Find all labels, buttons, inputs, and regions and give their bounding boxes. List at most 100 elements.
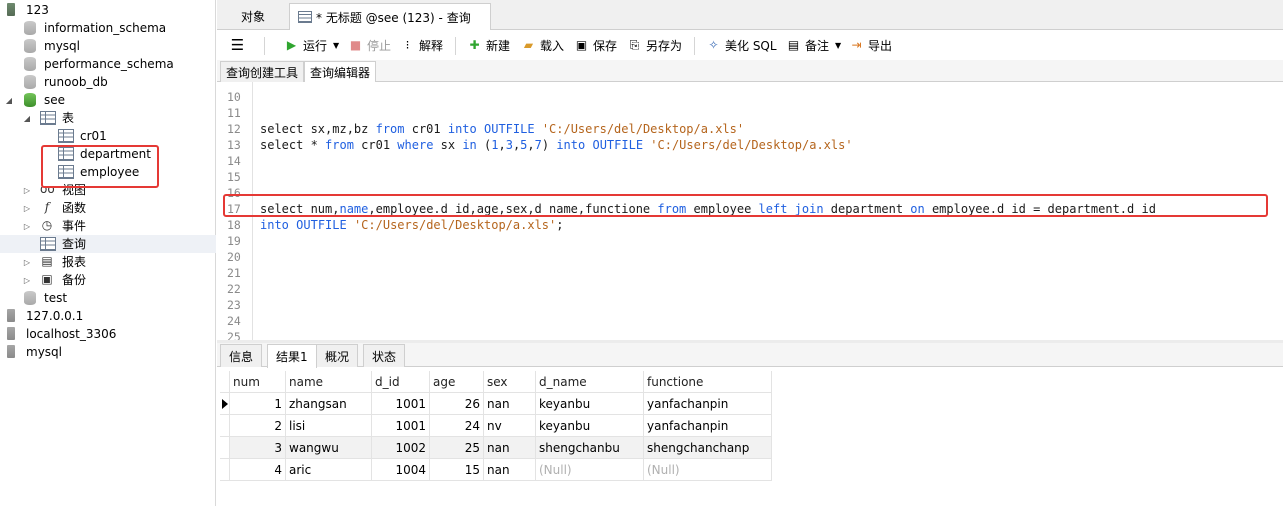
run-button[interactable]: ▶ 运行 ▼	[284, 36, 339, 54]
cell-name[interactable]: zhangsan	[286, 393, 372, 415]
table-row[interactable]: 1 zhangsan 1001 26 nan keyanbu yanfachan…	[220, 393, 772, 415]
tab-query[interactable]: * 无标题 @see (123) - 查询	[289, 3, 491, 30]
tree-item-events[interactable]: ▷ ◷ 事件	[0, 217, 216, 235]
new-button[interactable]: ✚ 新建	[467, 36, 510, 54]
stop-button[interactable]: ■ 停止	[348, 36, 391, 54]
cell-functione-null[interactable]: (Null)	[644, 459, 772, 481]
cell-num[interactable]: 1	[230, 393, 286, 415]
database-icon	[24, 75, 36, 89]
export-button[interactable]: ⇥ 导出	[849, 36, 892, 54]
tab-status[interactable]: 状态	[363, 344, 406, 367]
cell-sex[interactable]: nan	[484, 459, 536, 481]
chevron-down-icon[interactable]: ▼	[333, 41, 339, 50]
save-button[interactable]: ▣ 保存	[574, 36, 617, 54]
expand-arrow-icon[interactable]: ▷	[23, 276, 31, 285]
code-text: cr01	[404, 122, 448, 136]
cell-functione[interactable]: shengchanchanp	[644, 437, 772, 459]
cell-d-id[interactable]: 1001	[372, 393, 430, 415]
tree-item-functions[interactable]: ▷ f 函数	[0, 199, 216, 217]
database-icon	[24, 21, 36, 35]
cell-name[interactable]: aric	[286, 459, 372, 481]
tree-item-see[interactable]: ◢ see	[0, 91, 216, 109]
column-header-name[interactable]: name	[286, 371, 372, 393]
cell-d-id[interactable]: 1001	[372, 415, 430, 437]
document-tab-bar: 对象 * 无标题 @see (123) - 查询	[217, 0, 1283, 30]
cell-sex[interactable]: nv	[484, 415, 536, 437]
expand-arrow-icon[interactable]: ▷	[23, 204, 31, 213]
tree-item-runoob-db[interactable]: runoob_db	[0, 73, 216, 91]
tree-item-reports[interactable]: ▷ ▤ 报表	[0, 253, 216, 271]
tab-query-builder[interactable]: 查询创建工具	[220, 61, 305, 82]
tree-item-backups[interactable]: ▷ ▣ 备份	[0, 271, 216, 289]
cell-d-id[interactable]: 1004	[372, 459, 430, 481]
beautify-sql-button[interactable]: ✧ 美化 SQL	[706, 36, 776, 54]
row-marker	[220, 415, 230, 437]
current-row-arrow-icon	[220, 393, 230, 415]
export-label: 导出	[868, 38, 893, 53]
cell-functione[interactable]: yanfachanpin	[644, 393, 772, 415]
expand-arrow-icon[interactable]: ▷	[23, 258, 31, 267]
tree-item-connection-123[interactable]: 123	[0, 1, 216, 19]
table-row[interactable]: 4 aric 1004 15 nan (Null) (Null)	[220, 459, 772, 481]
expand-arrow-icon[interactable]: ▷	[23, 186, 31, 195]
column-header-sex[interactable]: sex	[484, 371, 536, 393]
column-header-d-id[interactable]: d_id	[372, 371, 430, 393]
table-row[interactable]: 2 lisi 1001 24 nv keyanbu yanfachanpin	[220, 415, 772, 437]
tab-query-editor[interactable]: 查询编辑器	[304, 61, 377, 83]
code-string: 'C:/Users/del/Desktop/a.xls'	[353, 218, 557, 232]
tree-item-table-cr01[interactable]: cr01	[0, 127, 216, 145]
cell-d-name[interactable]: keyanbu	[536, 415, 644, 437]
toolbar-separator	[694, 37, 695, 55]
tree-item-test[interactable]: test	[0, 289, 216, 307]
tree-item-information-schema[interactable]: information_schema	[0, 19, 216, 37]
cell-age[interactable]: 25	[430, 437, 484, 459]
comment-button[interactable]: ▤ 备注 ▼	[786, 36, 841, 54]
column-header-age[interactable]: age	[430, 371, 484, 393]
expand-arrow-icon[interactable]: ▷	[23, 222, 31, 231]
cell-sex[interactable]: nan	[484, 437, 536, 459]
explain-button[interactable]: ⁝ 解释	[400, 36, 443, 54]
cell-name[interactable]: lisi	[286, 415, 372, 437]
cell-d-id[interactable]: 1002	[372, 437, 430, 459]
save-as-button[interactable]: ⎘ 另存为	[627, 36, 682, 54]
load-button[interactable]: ▰ 载入	[521, 36, 564, 54]
tree-item-connection-127[interactable]: 127.0.0.1	[0, 307, 216, 325]
tab-overview[interactable]: 概况	[316, 344, 359, 367]
tree-item-connection-mysql[interactable]: mysql	[0, 343, 216, 361]
tab-objects[interactable]: 对象	[217, 3, 289, 30]
cell-name[interactable]: wangwu	[286, 437, 372, 459]
menu-button[interactable]: ☰	[230, 36, 249, 54]
code-text: ,	[527, 138, 535, 152]
tree-item-performance-schema[interactable]: performance_schema	[0, 55, 216, 73]
table-row[interactable]: 3 wangwu 1002 25 nan shengchanbu shengch…	[220, 437, 772, 459]
cell-d-name[interactable]: shengchanbu	[536, 437, 644, 459]
tree-item-connection-localhost[interactable]: localhost_3306	[0, 325, 216, 343]
highlight-box-tables	[41, 145, 159, 188]
cell-functione[interactable]: yanfachanpin	[644, 415, 772, 437]
cell-d-name[interactable]: keyanbu	[536, 393, 644, 415]
code-keyword: from	[375, 122, 405, 136]
line-number: 10	[227, 90, 241, 104]
tree-item-queries[interactable]: 查询	[0, 235, 216, 253]
tree-item-mysql-db[interactable]: mysql	[0, 37, 216, 55]
cell-age[interactable]: 24	[430, 415, 484, 437]
collapse-arrow-icon[interactable]: ◢	[23, 114, 31, 123]
sql-editor[interactable]: 10 11 12 13 14 15 16 17 18 19 20 21 22 2…	[217, 82, 1283, 340]
cell-d-name-null[interactable]: (Null)	[536, 459, 644, 481]
tab-result-1[interactable]: 结果1	[267, 344, 317, 368]
tree-item-tables[interactable]: ◢ 表	[0, 109, 216, 127]
collapse-arrow-icon[interactable]: ◢	[5, 96, 13, 105]
cell-sex[interactable]: nan	[484, 393, 536, 415]
tab-info[interactable]: 信息	[220, 344, 263, 367]
chevron-down-icon[interactable]: ▼	[835, 41, 841, 50]
column-header-functione[interactable]: functione	[644, 371, 772, 393]
database-icon	[24, 39, 36, 53]
cell-num[interactable]: 2	[230, 415, 286, 437]
column-header-d-name[interactable]: d_name	[536, 371, 644, 393]
cell-num[interactable]: 3	[230, 437, 286, 459]
column-header-num[interactable]: num	[230, 371, 286, 393]
cell-num[interactable]: 4	[230, 459, 286, 481]
cell-age[interactable]: 15	[430, 459, 484, 481]
database-icon	[24, 93, 36, 107]
cell-age[interactable]: 26	[430, 393, 484, 415]
